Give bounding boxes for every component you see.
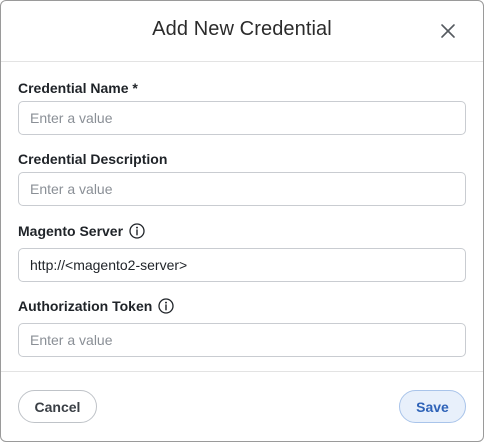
add-credential-dialog: Add New Credential Credential Name * Cre… bbox=[0, 0, 484, 442]
save-button[interactable]: Save bbox=[399, 390, 466, 423]
credential-description-label: Credential Description bbox=[18, 151, 167, 167]
cancel-button[interactable]: Cancel bbox=[18, 390, 97, 423]
close-icon bbox=[441, 24, 455, 38]
dialog-body: Credential Name * Credential Description… bbox=[1, 62, 483, 372]
credential-description-label-text: Credential Description bbox=[18, 151, 168, 167]
credential-name-label: Credential Name * bbox=[18, 80, 138, 96]
dialog-header: Add New Credential bbox=[1, 1, 483, 62]
dialog-footer: Cancel Save bbox=[1, 371, 483, 441]
magento-server-input[interactable] bbox=[18, 248, 466, 282]
magento-server-label-text: Magento Server bbox=[18, 223, 124, 239]
credential-description-input[interactable] bbox=[18, 172, 466, 206]
authorization-token-label-text: Authorization Token bbox=[18, 298, 153, 314]
authorization-token-input[interactable] bbox=[18, 323, 466, 357]
dialog-title: Add New Credential bbox=[152, 18, 332, 40]
close-button[interactable] bbox=[437, 20, 459, 42]
magento-server-label: Magento Server bbox=[18, 223, 145, 239]
credential-name-label-text: Credential Name * bbox=[18, 80, 138, 96]
credential-name-input[interactable] bbox=[18, 101, 466, 135]
info-icon[interactable] bbox=[158, 298, 174, 314]
authorization-token-label: Authorization Token bbox=[18, 298, 174, 314]
info-icon[interactable] bbox=[129, 223, 145, 239]
